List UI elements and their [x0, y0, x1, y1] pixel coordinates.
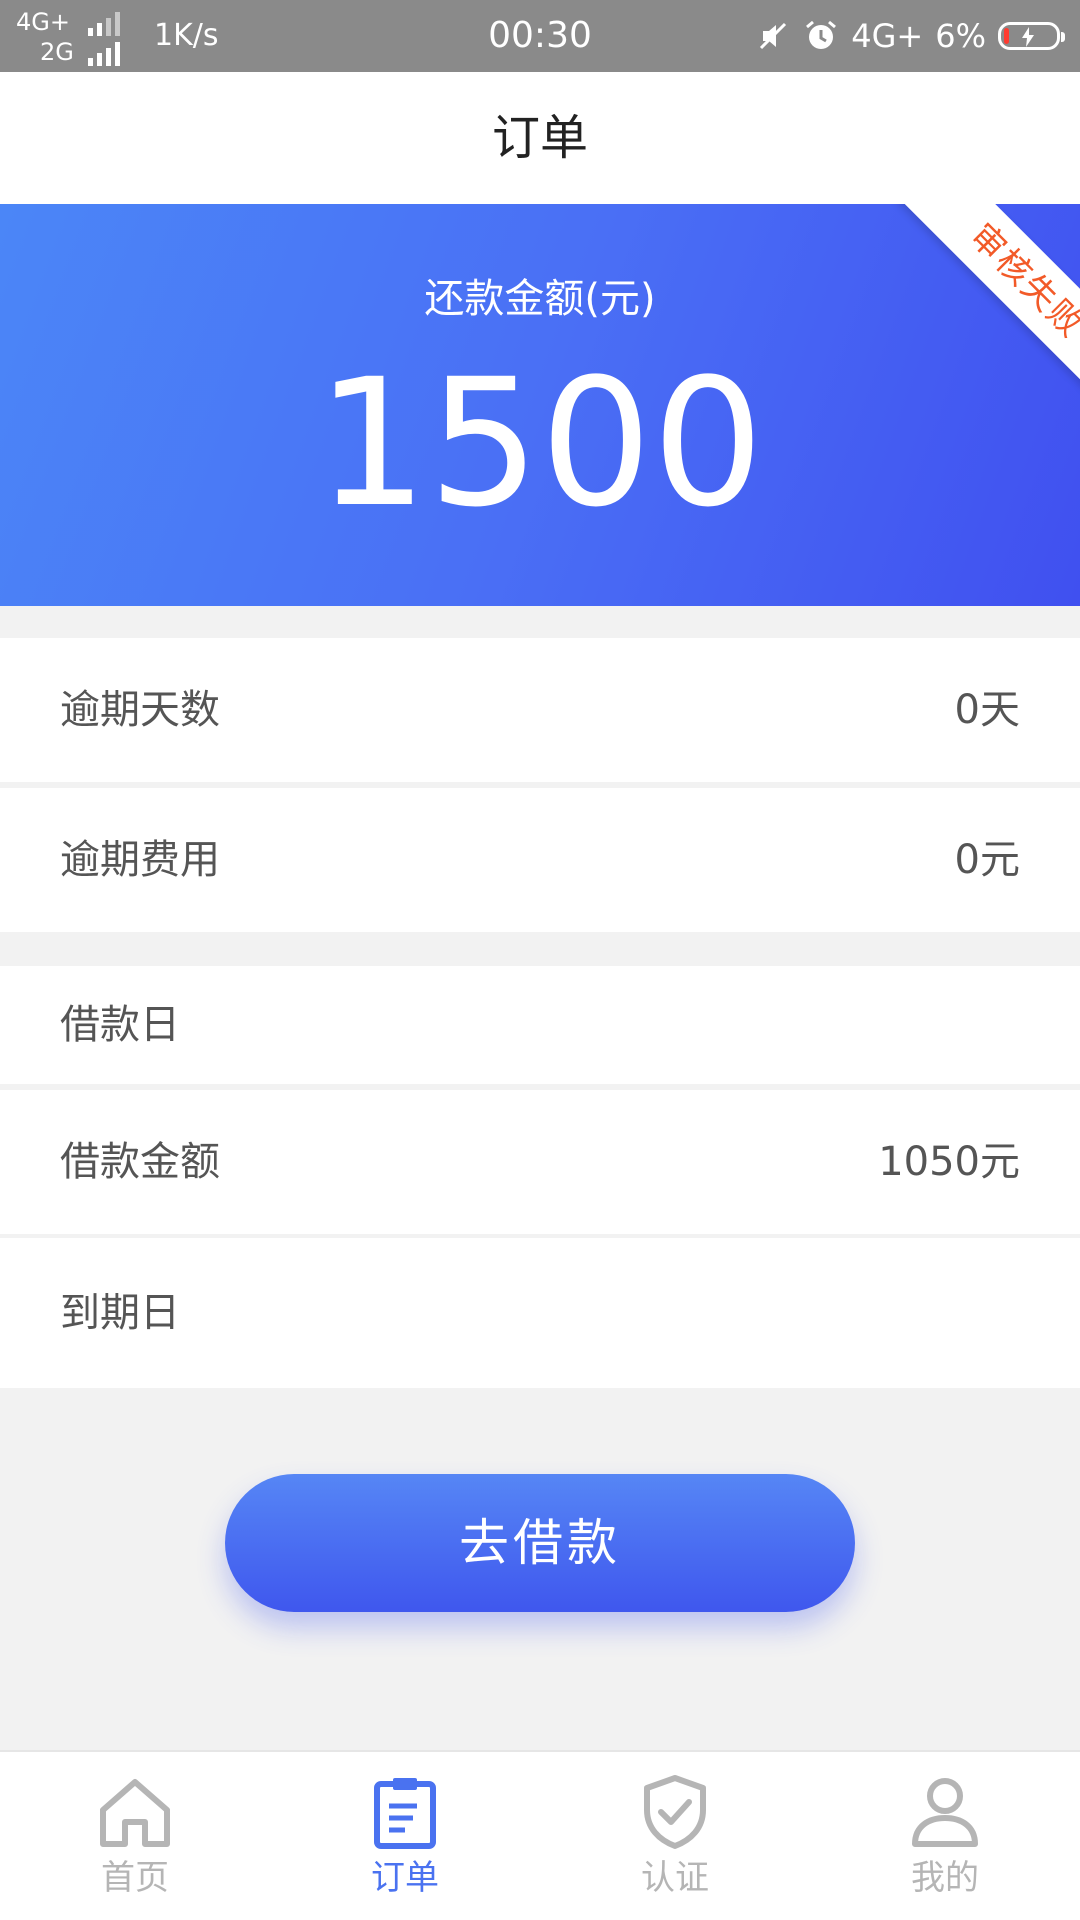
go-borrow-button[interactable]: 去借款	[225, 1474, 855, 1612]
nav-item-orders[interactable]: 订单	[270, 1752, 540, 1920]
page-title: 订单	[491, 110, 588, 166]
status-bar: 4G+ 2G 1K/s 00:30 4G+ 6%	[0, 0, 1080, 72]
overdue-fee-label: 逾期费用	[60, 837, 220, 883]
repayment-banner: 还款金额(元) 1500 审核失败	[0, 204, 1080, 606]
mute-icon	[760, 22, 787, 50]
nav-label-profile: 我的	[911, 1858, 979, 1898]
shield-check-icon	[644, 1775, 706, 1849]
status-right-group: 4G+ 6%	[755, 14, 1065, 58]
overdue-fee-row: 逾期费用 0元	[0, 788, 1080, 932]
network-type-right: 4G+	[851, 17, 924, 55]
due-date-label: 到期日	[60, 1290, 180, 1336]
battery-charging-icon	[998, 22, 1065, 50]
user-icon	[912, 1778, 978, 1847]
nav-item-profile[interactable]: 我的	[810, 1752, 1080, 1920]
nav-label-orders: 订单	[371, 1858, 439, 1898]
loan-amount-value: 1050元	[878, 1139, 1020, 1185]
loan-amount-row: 借款金额 1050元	[0, 1090, 1080, 1234]
bottom-nav: 首页 订单 认证 我的	[0, 1750, 1080, 1920]
overdue-days-label: 逾期天数	[60, 687, 220, 733]
overdue-days-row: 逾期天数 0天	[0, 638, 1080, 782]
due-date-row: 到期日	[0, 1238, 1080, 1388]
order-clipboard-icon	[374, 1778, 436, 1849]
overdue-days-value: 0天	[954, 687, 1020, 733]
nav-item-verify[interactable]: 认证	[540, 1752, 810, 1920]
overdue-fee-value: 0元	[954, 837, 1020, 883]
nav-label-home: 首页	[101, 1858, 169, 1898]
loan-date-label: 借款日	[60, 1002, 180, 1048]
loan-date-row: 借款日	[0, 966, 1080, 1084]
app-header: 订单	[0, 72, 1080, 204]
repayment-amount-label: 还款金额(元)	[424, 276, 656, 322]
repayment-amount-value: 1500	[316, 341, 764, 546]
loan-amount-label: 借款金额	[60, 1139, 220, 1185]
nav-label-verify: 认证	[641, 1858, 709, 1898]
alarm-icon	[806, 20, 837, 49]
battery-percent: 6%	[935, 17, 986, 55]
home-icon	[100, 1779, 170, 1847]
nav-item-home[interactable]: 首页	[0, 1752, 270, 1920]
